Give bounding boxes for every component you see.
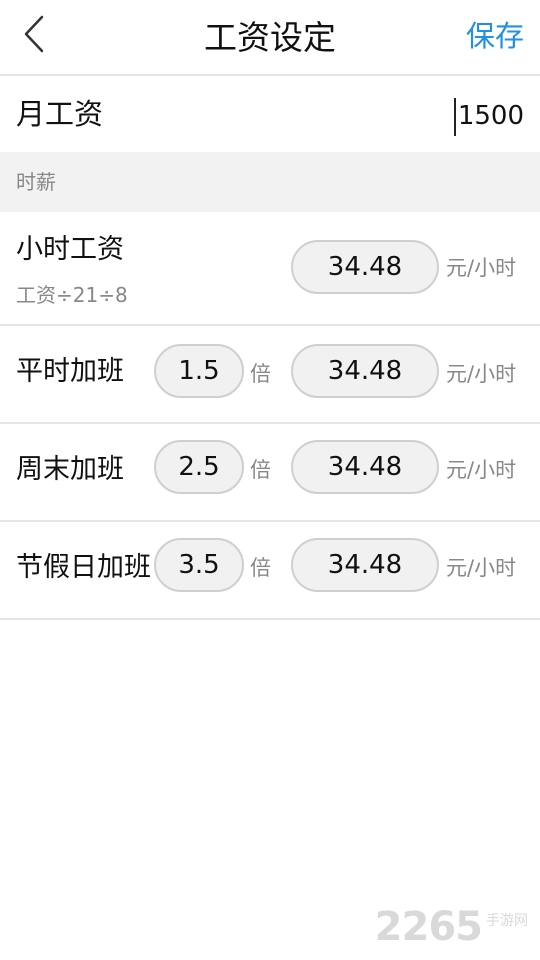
weekday-overtime-row: 平时加班 倍 元/小时 <box>0 326 540 424</box>
watermark-site: 手游网 <box>486 913 528 929</box>
holiday-overtime-row: 节假日加班 倍 元/小时 <box>0 522 540 620</box>
weekday-times-label: 倍 <box>250 362 271 386</box>
weekday-overtime-rate-input[interactable] <box>291 344 439 398</box>
page-title: 工资设定 <box>204 18 336 57</box>
weekday-overtime-unit: 元/小时 <box>446 362 517 386</box>
holiday-multiplier-input[interactable] <box>154 538 244 592</box>
hourly-wage-label: 小时工资 <box>16 234 124 265</box>
weekend-overtime-row: 周末加班 倍 元/小时 <box>0 424 540 522</box>
holiday-times-label: 倍 <box>250 556 271 580</box>
monthly-salary-label: 月工资 <box>16 97 104 131</box>
save-button[interactable]: 保存 <box>466 12 524 60</box>
weekday-overtime-label: 平时加班 <box>16 356 124 387</box>
weekend-overtime-label: 周末加班 <box>16 454 124 485</box>
weekend-multiplier-input[interactable] <box>154 440 244 494</box>
watermark-logo: 2265 手游网 <box>375 904 528 950</box>
watermark-number: 2265 <box>374 904 483 950</box>
monthly-salary-row: 月工资 <box>0 76 540 152</box>
weekend-overtime-unit: 元/小时 <box>446 458 517 482</box>
weekend-times-label: 倍 <box>250 458 271 482</box>
section-header: 时薪 <box>0 152 540 212</box>
weekend-overtime-rate-input[interactable] <box>291 440 439 494</box>
monthly-salary-input[interactable] <box>444 98 524 134</box>
top-bar: 工资设定 保存 <box>0 0 540 76</box>
hourly-wage-unit: 元/小时 <box>446 256 517 280</box>
hourly-wage-input[interactable] <box>291 240 439 294</box>
holiday-overtime-label: 节假日加班 <box>16 552 151 583</box>
holiday-overtime-rate-input[interactable] <box>291 538 439 592</box>
weekday-multiplier-input[interactable] <box>154 344 244 398</box>
text-cursor <box>454 98 456 136</box>
section-label: 时薪 <box>16 170 56 194</box>
hourly-wage-row: 小时工资 工资÷21÷8 元/小时 <box>0 212 540 326</box>
hourly-wage-formula: 工资÷21÷8 <box>16 283 128 307</box>
holiday-overtime-unit: 元/小时 <box>446 556 517 580</box>
